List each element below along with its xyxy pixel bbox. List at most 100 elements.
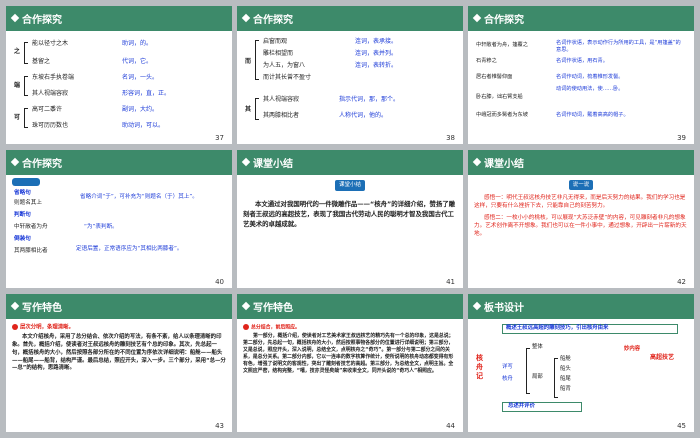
diamond-icon [241,13,251,23]
bullet-icon [243,324,249,330]
slide-42[interactable]: 课堂小结 说一说 感悟一：明代王叔远核舟技艺非凡无得来，而是后天努力的结果。我们… [468,150,694,288]
slide-number: 38 [446,134,455,142]
example: 能以径寸之木 [32,40,69,47]
part-item: 船头 [560,366,571,372]
section-badge: 说一说 [568,180,594,190]
explanation: 助动词，可以。 [122,122,165,129]
slide-header: 合作探究 [468,6,694,31]
example: 其两膝相比者 [14,248,48,254]
explanation: 名词作状语，用石青。 [556,58,608,64]
key-word: 而 [245,58,252,65]
slide-body: 说一说 感悟一：明代王叔远核舟技艺非凡无得来，而是后天努力的结果。我们的学习也是… [474,180,688,274]
slide-header: 合作探究 [6,6,232,31]
example: 其人视端容寂 [32,90,69,97]
explanation: 连词，表承接。 [355,38,398,45]
slide-grid: 合作探究 之 能以径寸之木 助词，的。 基留之 代词，它。 端 东坡右手执卷端 … [0,0,700,438]
example: 而计其长曾不盈寸 [263,74,312,81]
subheading: 层次分明，条理清晰。 [12,324,226,332]
slide-header: 课堂小结 [468,150,694,175]
part-item: 船尾 [560,376,571,382]
key-word: 端 [14,82,21,89]
slide-header: 写作特色 [237,294,463,319]
detail-label: 详写 [502,364,513,370]
slide-title: 写作特色 [22,303,62,314]
diamond-icon [472,301,482,311]
diamond-icon [10,157,20,167]
diamond-icon [10,301,20,311]
example: 雕栏相望而 [263,50,294,57]
board-design: 概述王叔远高超的雕刻技巧，引出核舟由来 核舟记 详写 核舟 整体 局部 船舱 船… [474,324,688,418]
slide-header: 合作探究 [237,6,463,31]
brace [255,98,259,120]
explanation: 动词的使动用法，使……卧。 [556,86,624,92]
example: 高可二黍许 [32,106,63,113]
explanation: 人称代词，他的。 [339,112,388,119]
brace [554,358,558,398]
slide-title: 写作特色 [253,303,293,314]
explanation: “为”表判断。 [84,224,118,230]
diamond-icon [241,157,251,167]
slide-body: 之 能以径寸之木 助词，的。 基留之 代词，它。 端 东坡右手执卷端 名词，一头… [12,36,226,130]
part-item: 船背 [560,386,571,392]
slide-title: 合作探究 [484,15,524,26]
slide-title: 课堂小结 [253,159,293,170]
explanation: 连词，表并列。 [355,50,398,57]
slide-45[interactable]: 板书设计 概述王叔远高超的雕刻技巧，引出核舟由来 核舟记 详写 核舟 整体 局部… [468,294,694,432]
explanation: 省略介词“于”，可补充为“则题名（于）其上”。 [80,194,198,200]
slide-title: 合作探究 [253,15,293,26]
example: 东坡右手执卷端 [32,74,75,81]
explanation: 名词作动词，戴着高高的帽子。 [556,112,629,118]
diamond-icon [472,13,482,23]
slide-number: 43 [215,422,224,430]
wonder-label: 妙内容 [624,346,641,352]
slide-body: 总分结合，前后照应。 第一部分，概括介绍，使读者对工艺美术家王叔远核艺的精巧先有… [243,324,457,418]
brace [255,40,259,80]
category: 倒装句 [14,236,31,242]
essay-title: 核舟记 [476,354,483,380]
body-text: 本文介绍核舟，采用了总分结合、依次介绍的写法，有条不紊，给人以条理清晰的印象。首… [12,334,226,372]
example: 中轩敞者为舟，篷覆之 [476,42,528,48]
slide-number: 40 [215,278,224,286]
explanation: 指示代词，那，那个。 [339,96,400,103]
example: 其人视端容寂 [263,96,300,103]
explanation: 代词，它。 [122,58,153,65]
label-badge [12,178,40,186]
category: 省略句 [14,190,31,196]
slide-37[interactable]: 合作探究 之 能以径寸之木 助词，的。 基留之 代词，它。 端 东坡右手执卷端 … [6,6,232,144]
slide-title: 合作探究 [22,159,62,170]
explanation: 定语后置，正常语序应为“其相比两膝者”。 [76,246,183,252]
slide-40[interactable]: 合作探究 省略句 则题名其上 省略介词“于”，可补充为“则题名（于）其上”。 判… [6,150,232,288]
slide-body: 中轩敞者为舟，篷覆之 名词作状语，表示动作行为所用的工具，是“用篷盖”的意思。 … [474,36,688,130]
slide-header: 板书设计 [468,294,694,319]
example: 基留之 [32,58,51,65]
slide-number: 44 [446,422,455,430]
key-word: 其 [245,106,252,113]
example: 中峨冠而多髯者为东坡 [476,112,528,118]
example: 启窗而观 [263,38,288,45]
slide-41[interactable]: 课堂小结 课堂小结 本文通过对我国明代的一件微雕作品——“核舟”的详细介绍，赞扬… [237,150,463,288]
key-word: 之 [14,48,21,55]
whole-label: 整体 [532,344,543,350]
slide-title: 板书设计 [484,303,524,314]
part-label: 局部 [532,374,543,380]
top-text: 概述王叔远高超的雕刻技巧，引出核舟由来 [506,325,609,331]
slide-39[interactable]: 合作探究 中轩敞者为舟，篷覆之 名词作状语，表示动作行为所用的工具，是“用篷盖”… [468,6,694,144]
explanation: 助词，的。 [122,40,153,47]
example: 珠可历历数也 [32,122,69,129]
slide-number: 41 [446,278,455,286]
brace [24,76,28,96]
slide-38[interactable]: 合作探究 而 启窗而观 连词，表承接。 雕栏相望而 连词，表并列。 为人五，为窗… [237,6,463,144]
slide-43[interactable]: 写作特色 层次分明，条理清晰。 本文介绍核舟，采用了总分结合、依次介绍的写法，有… [6,294,232,432]
part-item: 船舱 [560,356,571,362]
subheading-text: 层次分明，条理清晰。 [20,324,74,331]
brace [526,348,530,394]
slide-number: 45 [677,422,686,430]
example: 则题名其上 [14,200,42,206]
example: 居右者椎髻仰面 [476,74,513,80]
explanation: 形容词，直，正。 [122,90,171,97]
explanation: 副词，大约。 [122,106,159,113]
slide-44[interactable]: 写作特色 总分结合，前后照应。 第一部分，概括介绍，使读者对工艺美术家王叔远核艺… [237,294,463,432]
body-text: 第一部分，概括介绍，使读者对工艺美术家王叔远核艺的精巧先有一个总的印象，这是总说… [243,332,454,374]
example: 为人五，为窗八 [263,62,306,69]
summary-text: 本文通过对我国明代的一件微雕作品——“核舟”的详细介绍，赞扬了雕刻者王叔远的高超… [243,199,456,228]
